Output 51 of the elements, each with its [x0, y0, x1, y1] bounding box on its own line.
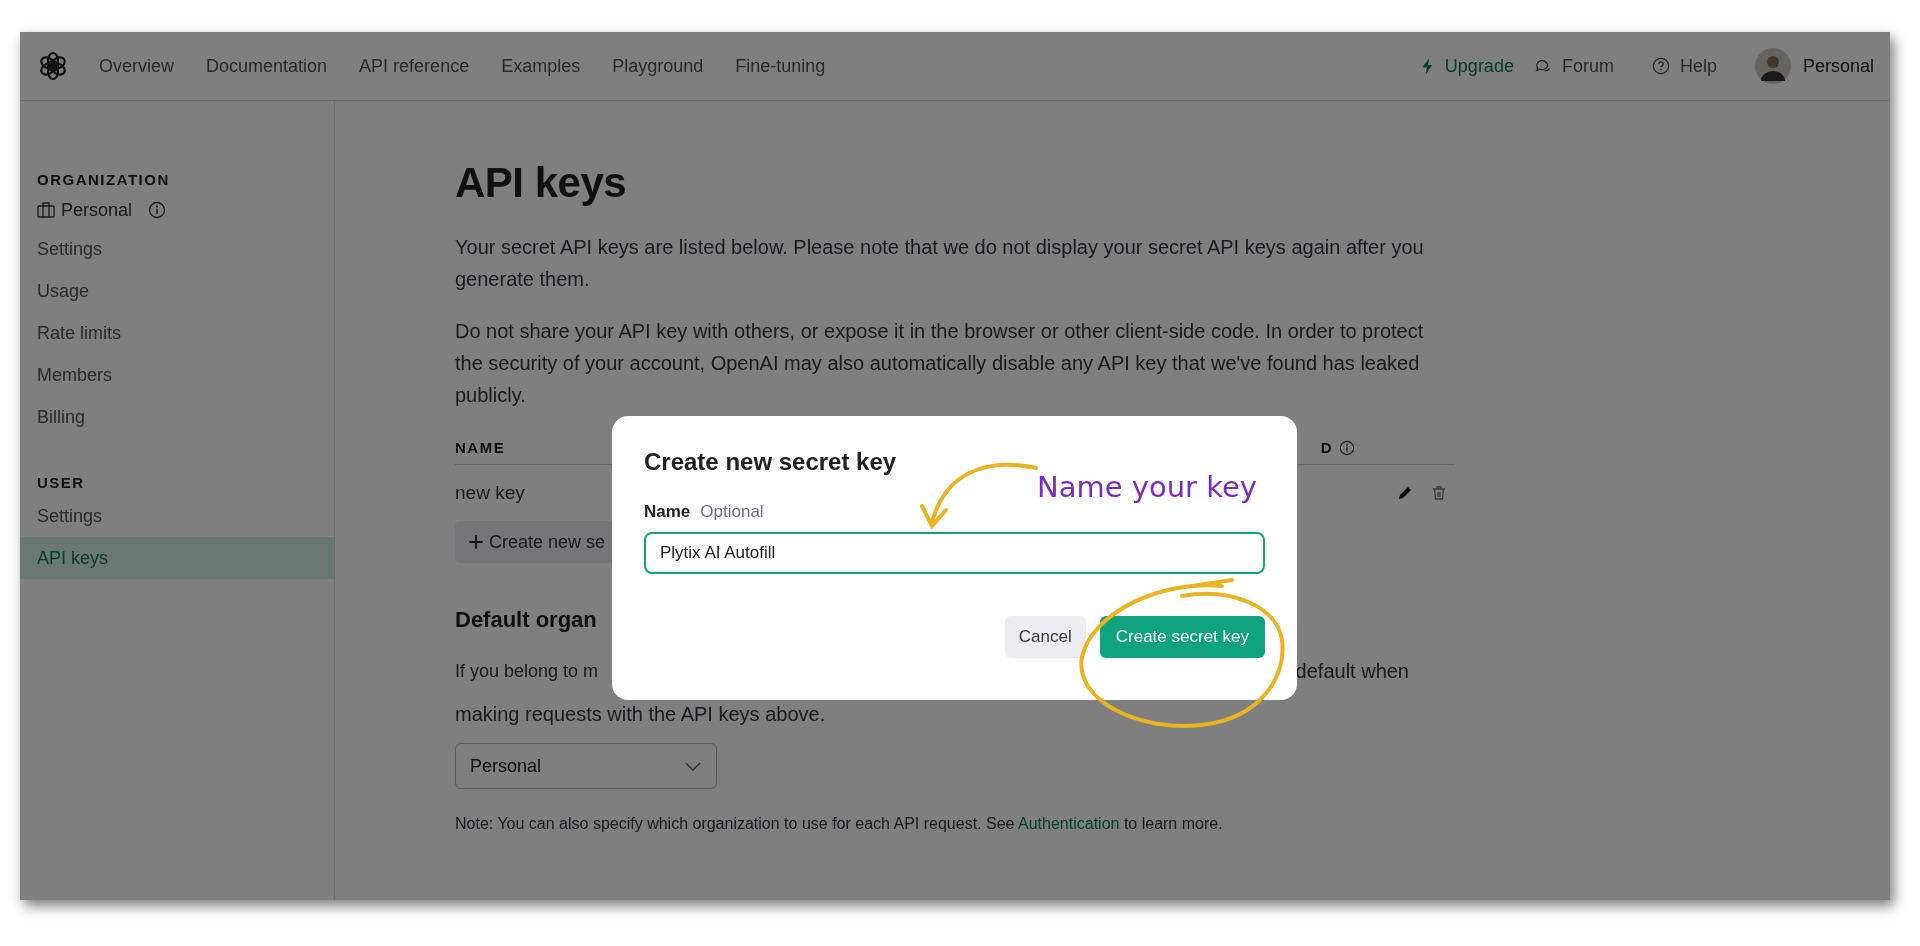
sidebar-item[interactable]: Settings — [20, 495, 334, 537]
field-hint: Optional — [700, 502, 764, 521]
nav-link[interactable]: Playground — [612, 55, 704, 77]
name-field[interactable]: Plytix AI Autofill — [644, 532, 1265, 574]
field-label: Name — [644, 502, 691, 521]
nav-link[interactable]: API reference — [359, 55, 470, 77]
authentication-link[interactable]: Authentication — [1018, 815, 1120, 832]
dialog-title: Create new secret key — [644, 448, 898, 476]
key-name: new key — [455, 482, 525, 504]
section-heading: ORGANIZATION — [36, 171, 171, 188]
pencil-icon[interactable] — [1397, 485, 1413, 501]
nav-link[interactable]: Fine-tuning — [735, 55, 826, 77]
sidebar-item[interactable]: Members — [20, 354, 334, 396]
annotation-text: Name your key — [1037, 470, 1257, 504]
nav-link[interactable]: Overview — [99, 55, 174, 77]
create-button[interactable]: Create secret key — [1099, 616, 1265, 658]
chevron-down-icon — [684, 760, 702, 772]
help-icon — [1651, 57, 1670, 75]
text-fragment: making requests with the API keys above. — [455, 702, 827, 727]
sidebar-item[interactable]: Rate limits — [20, 312, 334, 354]
trash-icon[interactable] — [1431, 485, 1447, 501]
paragraph: Your secret API keys are listed below. Please note that we do not display your secret API keys again after you generate them. — [455, 235, 1425, 292]
account-name[interactable]: Personal — [1802, 55, 1874, 77]
upgrade-link[interactable]: Upgrade — [1418, 55, 1514, 77]
sidebar-item[interactable]: Usage — [20, 270, 334, 312]
paragraph: Do not share your API key with others, or expose it in the browser or other client-side code. In order to protect the security of your account, OpenAI may also automatically disable any API key that we've found has leaked publicly. — [455, 319, 1425, 408]
page-title: API keys — [455, 159, 628, 207]
sidebar-item[interactable]: Billing — [20, 396, 334, 438]
cancel-button[interactable]: Cancel — [1004, 616, 1086, 658]
help-link[interactable]: Help — [1651, 55, 1717, 77]
text-fragment: If you belong to m — [455, 660, 599, 683]
column-header: D — [1320, 439, 1333, 456]
organization-select[interactable]: Personal — [455, 743, 717, 789]
info-icon[interactable] — [1339, 439, 1355, 456]
section-heading: Default organ — [455, 607, 598, 633]
plus-icon — [467, 533, 485, 551]
building-icon — [37, 202, 55, 218]
section-heading: USER — [36, 474, 86, 491]
nav-link[interactable]: Examples — [501, 55, 581, 77]
column-header: NAME — [455, 439, 506, 456]
sidebar-item[interactable]: API keys — [20, 537, 334, 579]
forum-link[interactable]: Forum — [1533, 55, 1614, 77]
avatar-icon[interactable] — [1754, 48, 1791, 84]
nav-link[interactable]: Documentation — [206, 55, 328, 77]
organization-item[interactable]: Personal — [61, 199, 133, 221]
note-text: Note: You can also specify which organization to use for each API request. See Authentication to learn more. — [455, 815, 1224, 833]
info-icon[interactable] — [148, 201, 167, 219]
chat-icon — [1533, 57, 1552, 75]
sidebar-item[interactable]: Settings — [20, 228, 334, 270]
text-fragment: default when — [1295, 659, 1409, 684]
logo-icon[interactable] — [37, 50, 69, 82]
